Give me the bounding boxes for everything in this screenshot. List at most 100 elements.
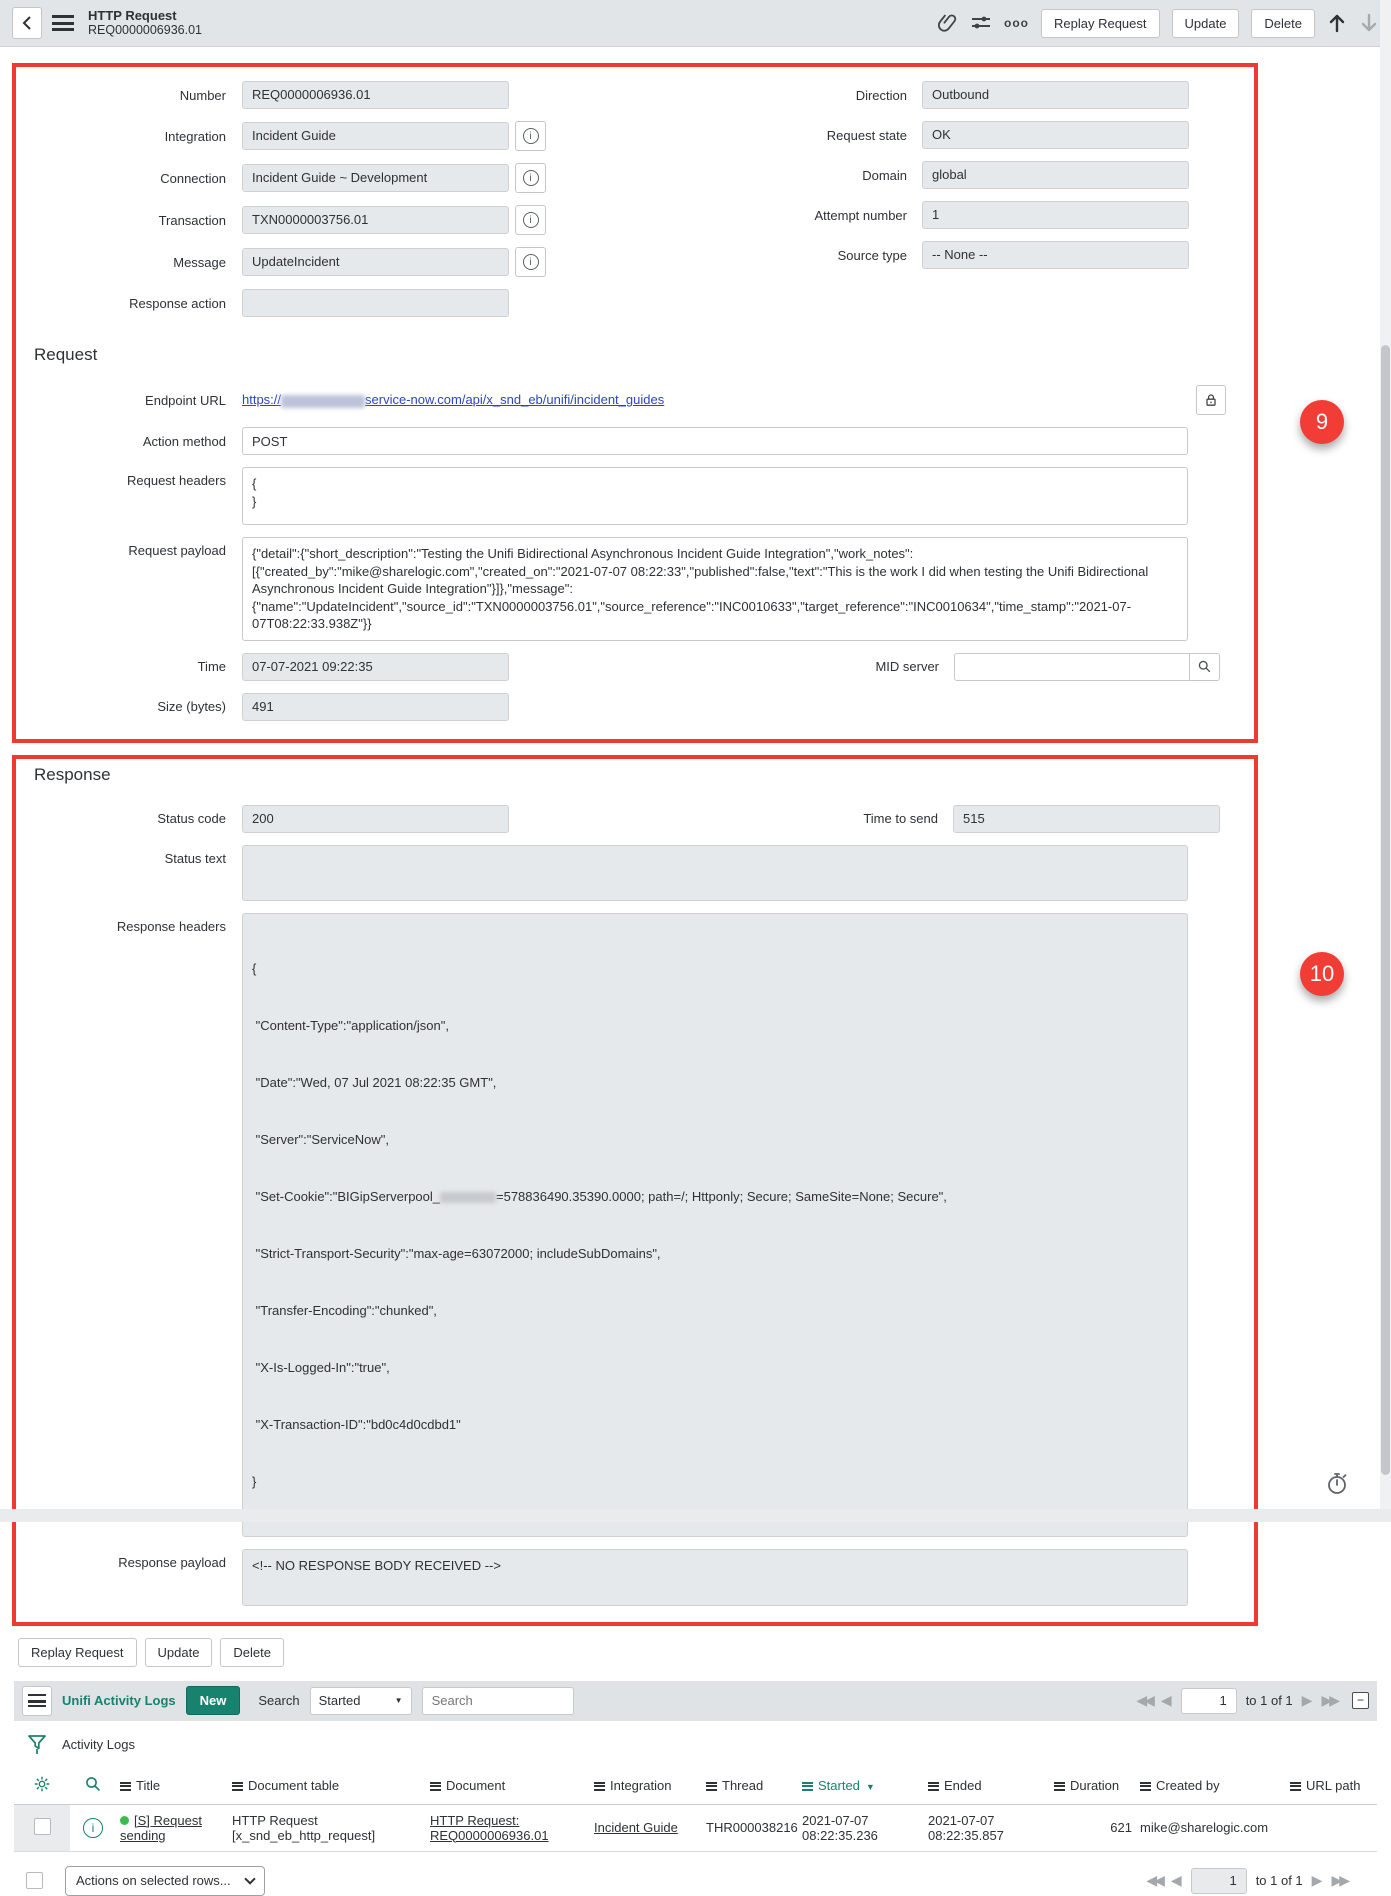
status-text-textarea <box>242 845 1188 901</box>
column-header-url-path[interactable]: URL path <box>1286 1767 1377 1805</box>
field-label: Transaction <box>16 213 242 228</box>
field-row-domain: Domain global <box>635 161 1254 189</box>
info-icon: i <box>523 170 539 186</box>
collapse-list-icon[interactable]: − <box>1352 1692 1369 1709</box>
list-personalize-gear-icon[interactable] <box>14 1767 70 1805</box>
first-page-icon[interactable]: ◀◀ <box>1146 1872 1162 1889</box>
previous-page-icon[interactable]: ◀ <box>1161 1692 1172 1709</box>
integration-link[interactable]: Incident Guide <box>594 1820 678 1835</box>
update-button[interactable]: Update <box>1172 9 1240 38</box>
attachment-icon[interactable] <box>938 12 958 34</box>
column-header-document[interactable]: Document <box>426 1767 590 1805</box>
scrollbar-thumb[interactable] <box>1381 345 1390 1475</box>
field-row-request-state: Request state OK <box>635 121 1254 149</box>
page-number-input-bottom[interactable] <box>1191 1868 1247 1894</box>
integration-preview-button[interactable]: i <box>515 121 546 151</box>
column-menu-icon[interactable] <box>120 1782 131 1791</box>
column-menu-icon[interactable] <box>802 1782 813 1791</box>
row-checkbox[interactable] <box>34 1818 51 1835</box>
next-page-icon[interactable]: ▶ <box>1312 1872 1323 1889</box>
redacted-instance-name <box>281 395 365 408</box>
column-menu-icon[interactable] <box>1140 1782 1151 1791</box>
column-menu-icon[interactable] <box>928 1782 939 1791</box>
field-label: Request payload <box>16 537 242 558</box>
response-time-indicator-icon[interactable] <box>1325 1471 1349 1500</box>
next-record-icon[interactable] <box>1359 12 1379 34</box>
field-row-time: Time 07-07-2021 09:22:35 MID server <box>16 653 1254 681</box>
message-preview-button[interactable]: i <box>515 247 546 277</box>
headers-line-set-cookie: "Set-Cookie":"BIGipServerpool_=578836490… <box>252 1187 1178 1206</box>
replay-request-button[interactable]: Replay Request <box>1041 9 1160 38</box>
back-button[interactable] <box>12 7 42 39</box>
field-label: Response action <box>16 296 242 311</box>
chevron-down-icon: ▼ <box>395 1696 403 1705</box>
list-search-row-icon[interactable] <box>70 1767 116 1805</box>
column-header-duration[interactable]: Duration <box>1050 1767 1136 1805</box>
attempt-number-field: 1 <box>922 201 1189 229</box>
mid-server-input[interactable] <box>954 653 1190 681</box>
more-options-icon[interactable]: ooo <box>1004 16 1029 30</box>
page-range-label-bottom: to 1 of 1 <box>1256 1873 1303 1888</box>
column-menu-icon[interactable] <box>706 1782 717 1791</box>
last-page-icon[interactable]: ▶▶ <box>1331 1872 1347 1889</box>
headers-line: { <box>252 959 1178 978</box>
activity-log-link[interactable]: [S] Request sending <box>120 1813 202 1843</box>
column-menu-icon[interactable] <box>430 1782 441 1791</box>
page-scrollbar[interactable] <box>1380 0 1391 1509</box>
headers-line: "X-Is-Logged-In":"true", <box>252 1358 1178 1377</box>
column-header-started[interactable]: Started▼ <box>798 1767 924 1805</box>
field-label: Response payload <box>16 1549 242 1570</box>
transaction-preview-button[interactable]: i <box>515 205 546 235</box>
action-method-input[interactable] <box>242 427 1188 455</box>
annotation-badge-9: 9 <box>1300 400 1344 444</box>
request-payload-textarea[interactable]: {"detail":{"short_description":"Testing … <box>242 537 1188 641</box>
request-headers-textarea[interactable]: { } <box>242 467 1188 525</box>
search-field-select[interactable]: Started ▼ <box>310 1687 412 1715</box>
personalize-form-icon[interactable] <box>970 13 992 33</box>
field-label: Integration <box>16 129 242 144</box>
endpoint-url-link[interactable]: https://service-now.com/api/x_snd_eb/uni… <box>242 392 664 407</box>
cell-duration: 621 <box>1050 1804 1136 1851</box>
column-header-document-table[interactable]: Document table <box>228 1767 426 1805</box>
field-label: Connection <box>16 171 242 186</box>
previous-page-icon[interactable]: ◀ <box>1171 1872 1182 1889</box>
column-header-integration[interactable]: Integration <box>590 1767 702 1805</box>
select-all-checkbox[interactable] <box>26 1872 43 1889</box>
column-header-title[interactable]: Title <box>116 1767 228 1805</box>
document-link[interactable]: HTTP Request: REQ0000006936.01 <box>430 1813 549 1843</box>
delete-button-bottom[interactable]: Delete <box>220 1638 284 1667</box>
filter-breadcrumb-title[interactable]: Activity Logs <box>62 1737 135 1752</box>
previous-record-icon[interactable] <box>1327 12 1347 34</box>
status-green-dot-icon <box>120 1816 129 1825</box>
replay-request-button-bottom[interactable]: Replay Request <box>18 1638 137 1667</box>
list-search-input[interactable] <box>422 1687 574 1715</box>
list-title-link[interactable]: Unifi Activity Logs <box>62 1693 176 1708</box>
actions-on-selected-rows-select[interactable]: Actions on selected rows... <box>65 1866 265 1896</box>
time-field: 07-07-2021 09:22:35 <box>242 653 509 681</box>
field-row-size: Size (bytes) 491 <box>16 693 1254 721</box>
connection-field: Incident Guide ~ Development <box>242 164 509 192</box>
record-title-block: HTTP Request REQ0000006936.01 <box>88 8 202 39</box>
update-button-bottom[interactable]: Update <box>145 1638 213 1667</box>
column-menu-icon[interactable] <box>1290 1782 1301 1791</box>
column-header-thread[interactable]: Thread <box>702 1767 798 1805</box>
next-page-icon[interactable]: ▶ <box>1302 1692 1313 1709</box>
filter-funnel-icon[interactable] <box>26 1733 48 1757</box>
column-menu-icon[interactable] <box>1054 1782 1065 1791</box>
field-row-source-type: Source type -- None -- <box>635 241 1254 269</box>
connection-preview-button[interactable]: i <box>515 163 546 193</box>
unlock-field-button[interactable] <box>1196 385 1226 415</box>
column-header-ended[interactable]: Ended <box>924 1767 1050 1805</box>
delete-button[interactable]: Delete <box>1251 9 1315 38</box>
mid-server-lookup-button[interactable] <box>1190 653 1220 681</box>
last-page-icon[interactable]: ▶▶ <box>1321 1692 1337 1709</box>
column-header-created-by[interactable]: Created by <box>1136 1767 1286 1805</box>
column-menu-icon[interactable] <box>594 1782 605 1791</box>
page-number-input-top[interactable] <box>1181 1688 1237 1714</box>
record-preview-icon[interactable]: i <box>83 1818 103 1838</box>
first-page-icon[interactable]: ◀◀ <box>1136 1692 1152 1709</box>
new-record-button[interactable]: New <box>186 1686 241 1715</box>
column-menu-icon[interactable] <box>232 1782 243 1791</box>
list-context-menu-button[interactable] <box>22 1686 52 1716</box>
form-context-menu-icon[interactable] <box>52 15 74 31</box>
